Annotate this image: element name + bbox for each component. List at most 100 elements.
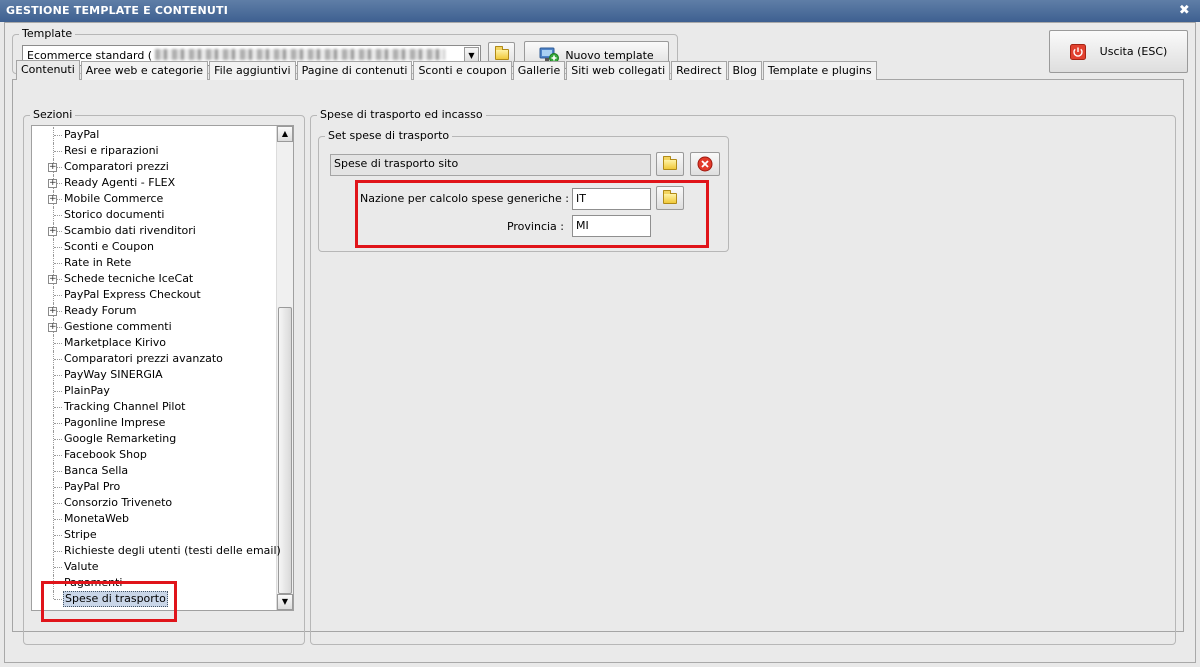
tree-branch-line [54, 567, 62, 568]
folder-icon [663, 155, 677, 170]
tab-aree-web[interactable]: Aree web e categorie [80, 61, 209, 80]
tree-branch-line [54, 583, 62, 584]
tree-branch-line [54, 439, 62, 440]
tree-item-label: Comparatori prezzi [64, 160, 169, 173]
tree-item-label: Scambio dati rivenditori [64, 224, 196, 237]
tree-item-label: PayPal Pro [64, 480, 121, 493]
expand-icon[interactable]: + [48, 307, 57, 316]
window-titlebar: GESTIONE TEMPLATE E CONTENUTI ✖ [0, 0, 1200, 22]
tree-guide-line [53, 591, 54, 599]
tree-branch-line [54, 151, 62, 152]
tree-item-label: Spese di trasporto [63, 591, 168, 607]
tree-item-label: PayPal Express Checkout [64, 288, 201, 301]
tree-branch-line [54, 551, 62, 552]
tree-branch-line [54, 359, 62, 360]
folder-icon [494, 46, 509, 60]
clear-shipping-set-button[interactable] [690, 152, 720, 176]
expand-icon[interactable]: + [48, 163, 57, 172]
shipping-set-field[interactable]: Spese di trasporto sito [330, 154, 651, 176]
exit-label: Uscita (ESC) [1099, 45, 1168, 58]
tab-redirect[interactable]: Redirect [671, 61, 727, 80]
sections-tree[interactable]: ▲ ▼ PayPal Resi e riparazioni + Comparatori… [31, 125, 294, 611]
expand-icon[interactable]: + [48, 323, 57, 332]
tab-siti-collegati[interactable]: Siti web collegati [566, 61, 671, 80]
tree-item-label: Ready Agenti - FLEX [64, 176, 176, 189]
tree-item-label: Gestione commenti [64, 320, 172, 333]
tree-item-label: PayWay SINERGIA [64, 368, 163, 381]
delete-icon [697, 156, 713, 172]
window-title: GESTIONE TEMPLATE E CONTENUTI [6, 4, 229, 17]
tree-branch-line [54, 407, 62, 408]
tree-branch-line [54, 215, 62, 216]
tree-item-label: Mobile Commerce [64, 192, 164, 205]
tree-item-label: Comparatori prezzi avanzato [64, 352, 223, 365]
tree-branch-line [54, 295, 62, 296]
browse-shipping-set-button[interactable] [656, 152, 684, 176]
tree-item-label: Schede tecniche IceCat [64, 272, 194, 285]
province-value: MI [576, 219, 589, 232]
tree-item-label: Rate in Rete [64, 256, 132, 269]
tree-branch-line [54, 375, 62, 376]
tree-branch-line [54, 471, 62, 472]
expand-icon[interactable]: + [48, 195, 57, 204]
nation-label: Nazione per calcolo spese generiche : [360, 192, 569, 205]
redacted-text [155, 49, 446, 60]
tree-branch-line [54, 343, 62, 344]
tab-file-aggiuntivi[interactable]: File aggiuntivi [209, 61, 296, 80]
tree-branch-line [54, 135, 62, 136]
tree-item-label: PayPal [64, 128, 100, 141]
province-label: Provincia : [506, 220, 564, 233]
tree-item-label: Consorzio Triveneto [64, 496, 173, 509]
tree-branch-line [54, 247, 62, 248]
tab-pagine-contenuti[interactable]: Pagine di contenuti [296, 61, 413, 80]
browse-nation-button[interactable] [656, 186, 684, 210]
tree-item-label: Stripe [64, 528, 97, 541]
sections-label: Sezioni [30, 108, 76, 122]
tab-sconti-coupon[interactable]: Sconti e coupon [413, 61, 512, 80]
tab-contenuti[interactable]: Contenuti [16, 60, 80, 80]
tree-branch-line [54, 535, 62, 536]
tree-item-label: PlainPay [64, 384, 110, 397]
expand-icon[interactable]: + [48, 275, 57, 284]
nation-value: IT [576, 192, 586, 205]
tree-item-label: Banca Sella [64, 464, 129, 477]
tree-scrollbar[interactable]: ▲ ▼ [276, 126, 293, 610]
tree-item-label: Resi e riparazioni [64, 144, 159, 157]
tree-branch-line [54, 263, 62, 264]
expand-icon[interactable]: + [48, 227, 57, 236]
tree-item-label: Richieste degli utenti (testi delle emai… [64, 544, 281, 557]
tab-gallerie[interactable]: Gallerie [512, 61, 566, 80]
tree-item-label: Tracking Channel Pilot [64, 400, 186, 413]
shipping-set-value: Spese di trasporto sito [334, 157, 459, 170]
tree-branch-line [54, 455, 62, 456]
tree-branch-line [54, 391, 62, 392]
tree-item-label: Google Remarketing [64, 432, 177, 445]
tree-branch-line [54, 423, 62, 424]
template-group-label: Template [19, 27, 76, 41]
tree-item-label: Valute [64, 560, 99, 573]
tree-item-label: Sconti e Coupon [64, 240, 154, 253]
tree-item-label: Facebook Shop [64, 448, 147, 461]
province-field[interactable]: MI [572, 215, 651, 237]
shipping-outer-label: Spese di trasporto ed incasso [317, 108, 486, 122]
tree-branch-line [54, 599, 62, 600]
tree-item-label: Marketplace Kirivo [64, 336, 166, 349]
tree-item-label: Pagamenti [64, 576, 123, 589]
tab-template-plugins[interactable]: Template e plugins [762, 61, 877, 80]
close-icon[interactable]: ✖ [1179, 0, 1190, 22]
nation-field[interactable]: IT [572, 188, 651, 210]
tree-branch-line [54, 487, 62, 488]
tree-item-label: Ready Forum [64, 304, 137, 317]
tab-blog[interactable]: Blog [727, 61, 762, 80]
expand-icon[interactable]: + [48, 179, 57, 188]
scroll-up-arrow[interactable]: ▲ [277, 126, 293, 142]
exit-button[interactable]: Uscita (ESC) [1049, 30, 1188, 73]
folder-icon [663, 189, 677, 204]
scroll-down-arrow[interactable]: ▼ [277, 594, 293, 610]
tree-item-label: MonetaWeb [64, 512, 129, 525]
power-icon [1069, 43, 1086, 60]
shipping-inner-label: Set spese di trasporto [325, 129, 453, 143]
tree-branch-line [54, 503, 62, 504]
tree-item-label: Pagonline Imprese [64, 416, 166, 429]
tab-strip: Contenuti Aree web e categorie File aggi… [16, 60, 878, 80]
